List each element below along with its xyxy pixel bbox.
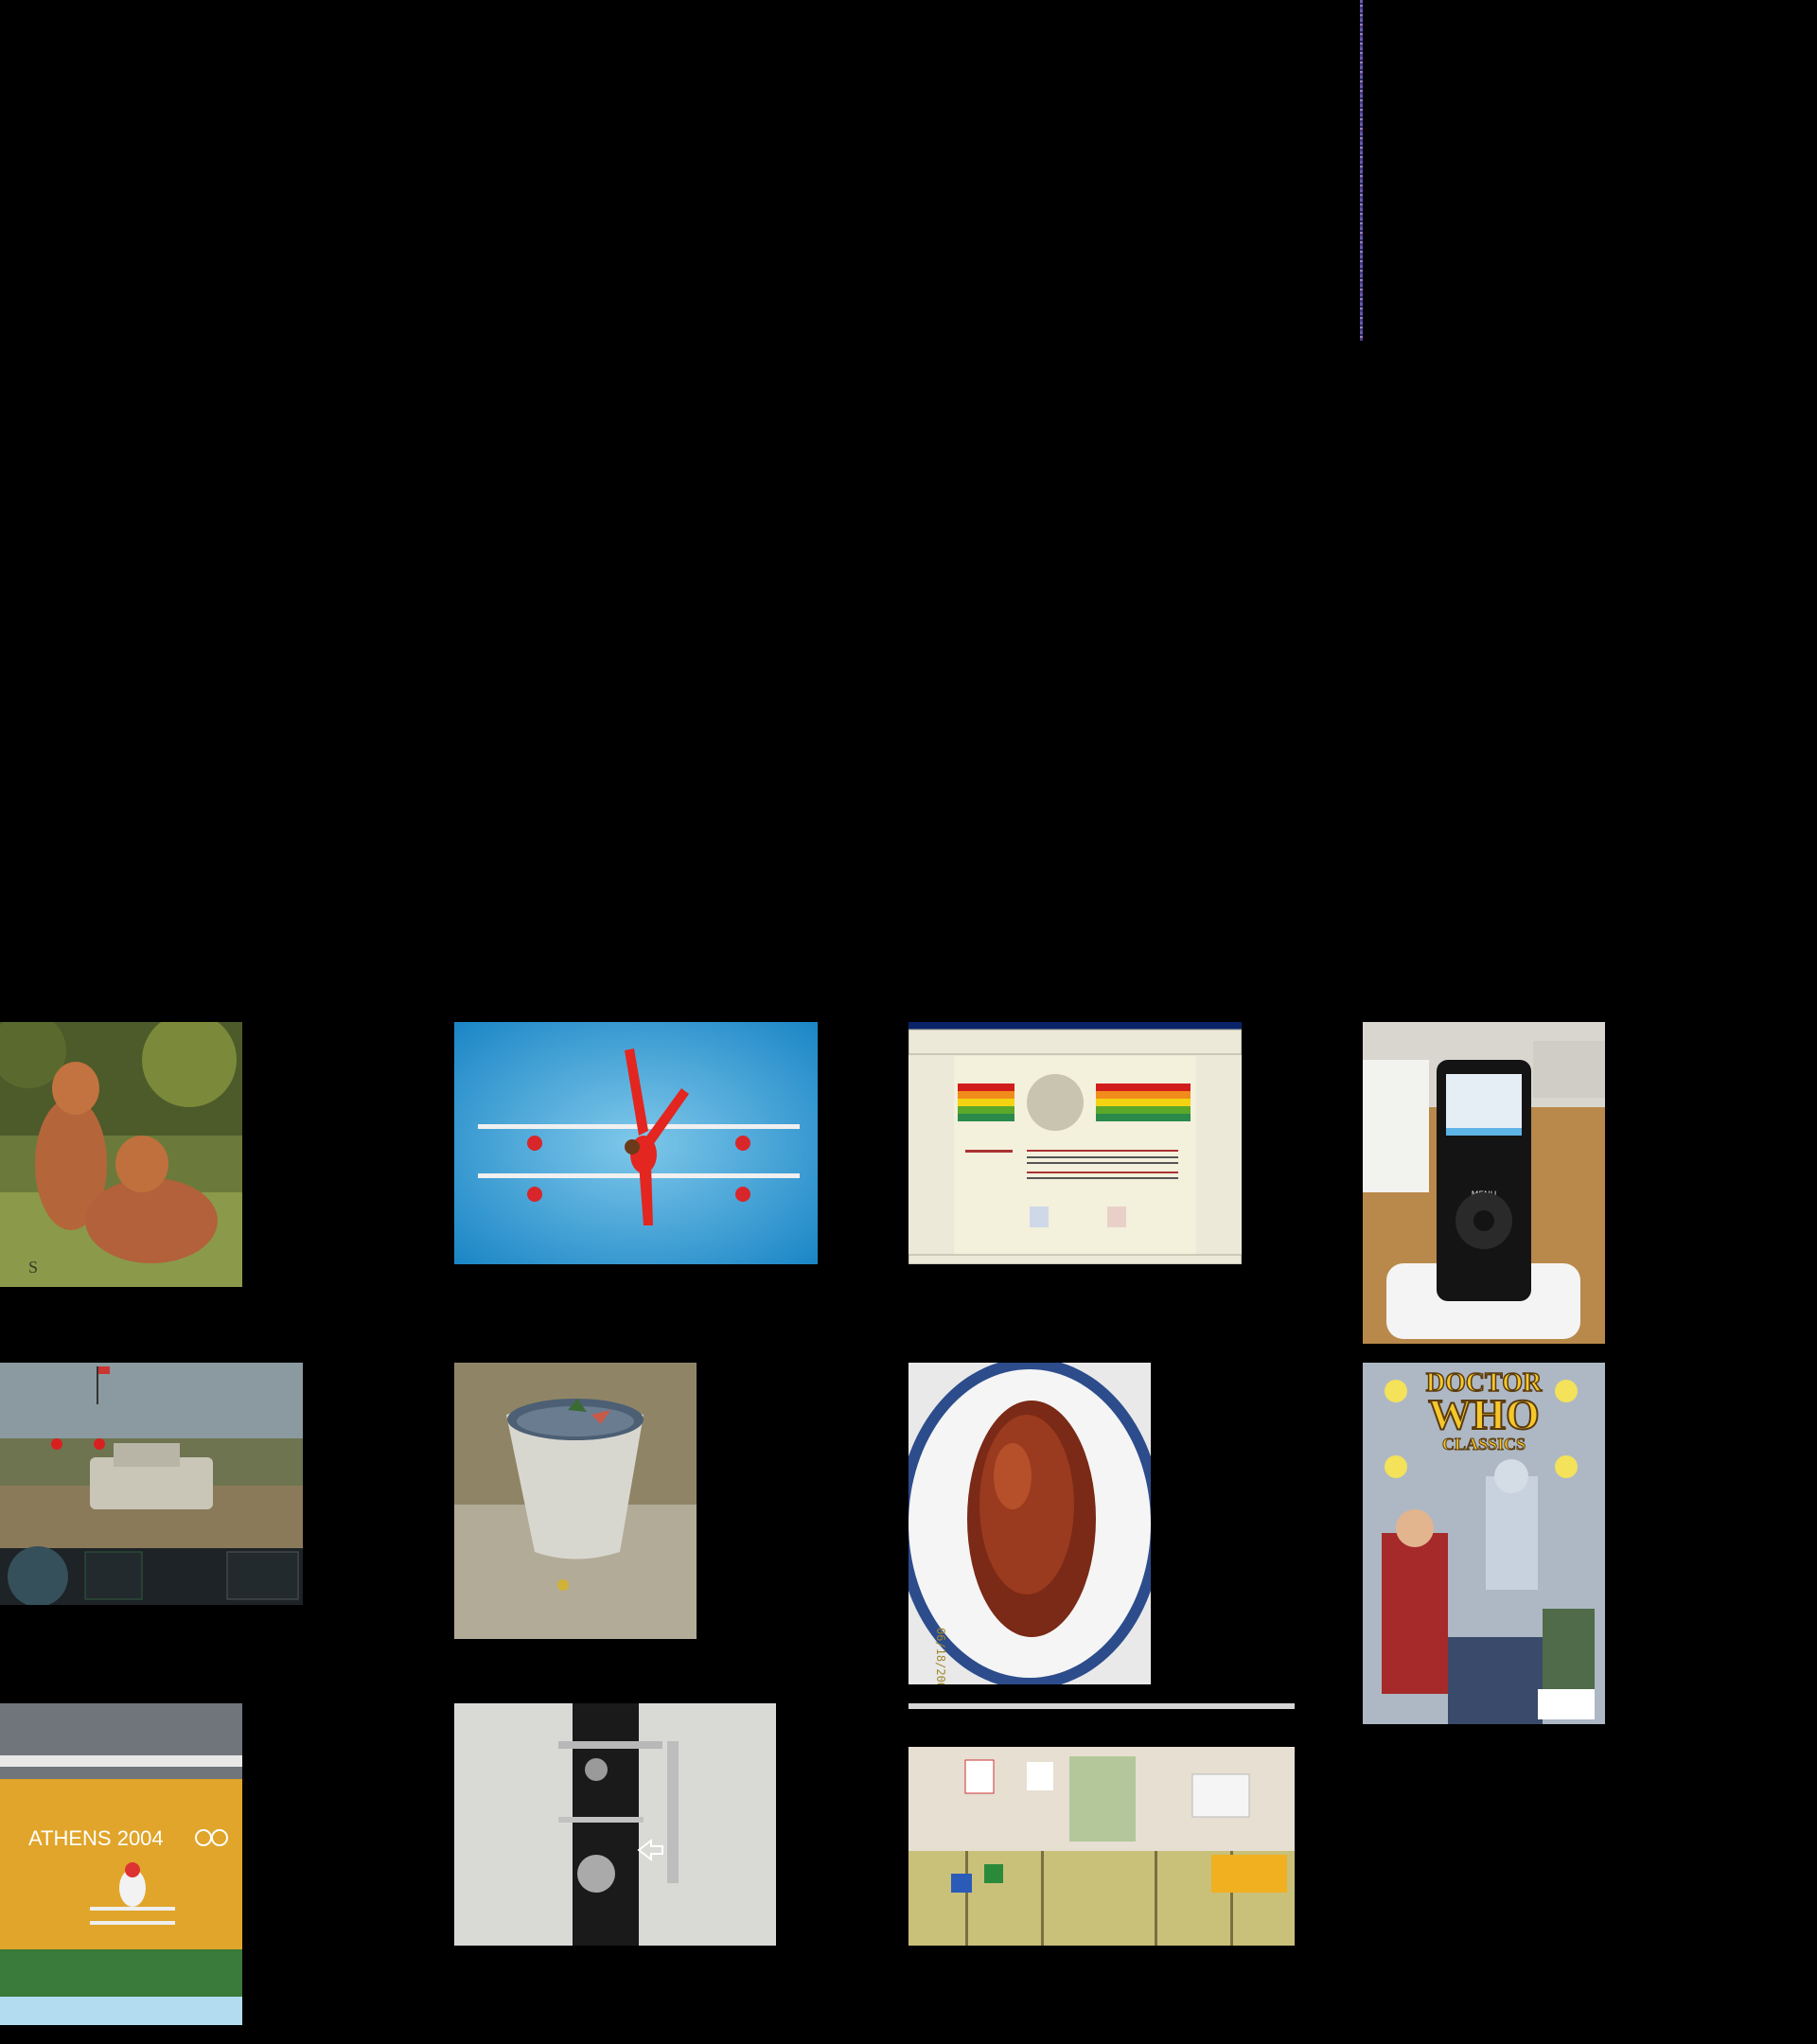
clarinet-image	[454, 1703, 776, 1946]
desktop-screenshot-image	[908, 1703, 1295, 1946]
image-grid-canvas: S 06/18/2007 DOCTOR WHO CLASSICS ATHENS …	[0, 0, 1817, 2044]
browser-screenshot-image	[908, 1022, 1242, 1264]
thumbnail-browser[interactable]	[908, 1022, 1242, 1264]
pixel-strip	[1360, 0, 1363, 341]
thumbnail-ipod[interactable]: MENU	[1363, 1022, 1605, 1344]
thumbnail-rts-game[interactable]	[0, 1363, 303, 1605]
thumbnail-athens-gymnast[interactable]: ATHENS 2004	[0, 1703, 242, 2025]
gymnast-bars-image	[454, 1022, 818, 1264]
comic-title-line3: CLASSICS	[1442, 1435, 1526, 1454]
ipod-image: MENU	[1363, 1022, 1605, 1344]
thumbnail-gymnast-bars[interactable]	[454, 1022, 818, 1264]
rts-game-image	[0, 1363, 303, 1605]
doctor-who-comic-image: DOCTOR WHO CLASSICS	[1363, 1363, 1605, 1724]
thumbnail-dogs[interactable]: S	[0, 1022, 242, 1287]
svg-text:S: S	[28, 1258, 38, 1277]
comic-title-line2: WHO	[1428, 1390, 1540, 1438]
thumbnail-meatloaf[interactable]: 06/18/2007	[908, 1363, 1151, 1684]
thumbnail-doctor-who[interactable]: DOCTOR WHO CLASSICS	[1363, 1363, 1605, 1724]
athens-banner: ATHENS 2004	[28, 1826, 164, 1850]
cup-painting-image	[454, 1363, 697, 1639]
athens-gymnast-image: ATHENS 2004	[0, 1703, 242, 2025]
thumbnail-desktop[interactable]	[908, 1703, 1295, 1946]
thumbnail-cup-painting[interactable]	[454, 1363, 697, 1639]
dogs-image: S	[0, 1022, 242, 1287]
meatloaf-image: 06/18/2007	[908, 1363, 1151, 1684]
thumbnail-clarinet[interactable]	[454, 1703, 776, 1946]
date-stamp: 06/18/2007	[934, 1628, 947, 1684]
